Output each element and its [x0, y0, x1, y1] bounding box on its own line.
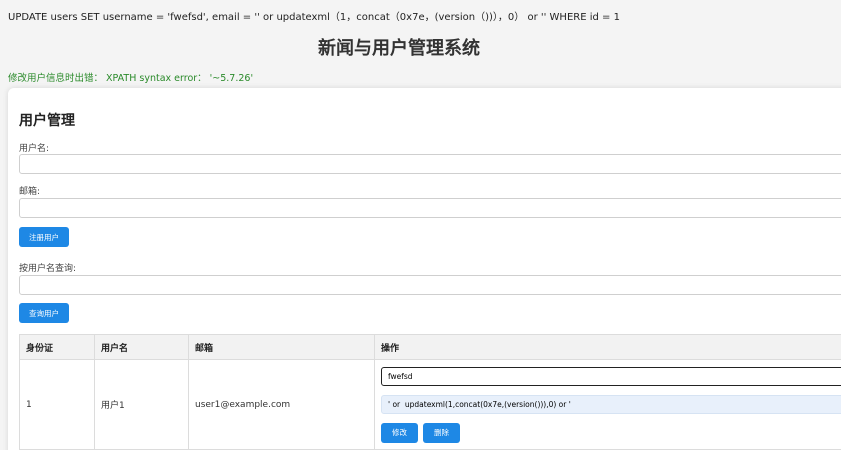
edit-email-input[interactable]	[381, 394, 841, 414]
search-user-button[interactable]: 查询用户	[19, 303, 69, 323]
cell-email: user1@example.com	[188, 359, 375, 450]
header-email: 邮箱	[188, 334, 375, 360]
header-id: 身份证	[19, 334, 95, 360]
search-username-label: 按用户名查询:	[19, 264, 77, 274]
edit-username-input[interactable]	[381, 366, 841, 386]
header-username: 用户名	[94, 334, 189, 360]
section-title: 用户管理	[19, 113, 75, 129]
page-title: 新闻与用户管理系统	[0, 34, 841, 60]
error-message: 修改用户信息时出错： XPATH syntax error： '~5.7.26'	[8, 73, 254, 84]
cell-id: 1	[19, 359, 95, 450]
row-action-buttons: 修改 删除	[381, 422, 841, 443]
page-title-text: 新闻与用户管理系统	[318, 38, 480, 59]
search-username-input[interactable]	[19, 275, 841, 295]
register-user-button[interactable]: 注册用户	[19, 227, 69, 247]
executed-sql-query: UPDATE users SET username = 'fwefsd', em…	[8, 12, 620, 23]
table-row: 1 用户1 user1@example.com 修改 删除	[19, 359, 841, 450]
cell-actions: 修改 删除	[374, 359, 841, 450]
user-management-card: 用户管理 用户名: 邮箱: 注册用户 按用户名查询: 查询用户 身份证 用户名 …	[8, 88, 841, 450]
users-table: 身份证 用户名 邮箱 操作 1 用户1 user1@example.com 修改…	[19, 334, 841, 450]
username-input[interactable]	[19, 154, 841, 174]
edit-user-button[interactable]: 修改	[381, 422, 418, 443]
header-actions: 操作	[374, 334, 841, 360]
username-label: 用户名:	[19, 144, 50, 154]
cell-username: 用户1	[94, 359, 189, 450]
delete-user-button[interactable]: 删除	[423, 422, 460, 443]
table-header-row: 身份证 用户名 邮箱 操作	[19, 334, 841, 360]
email-input[interactable]	[19, 198, 841, 218]
email-label: 邮箱:	[19, 187, 41, 197]
